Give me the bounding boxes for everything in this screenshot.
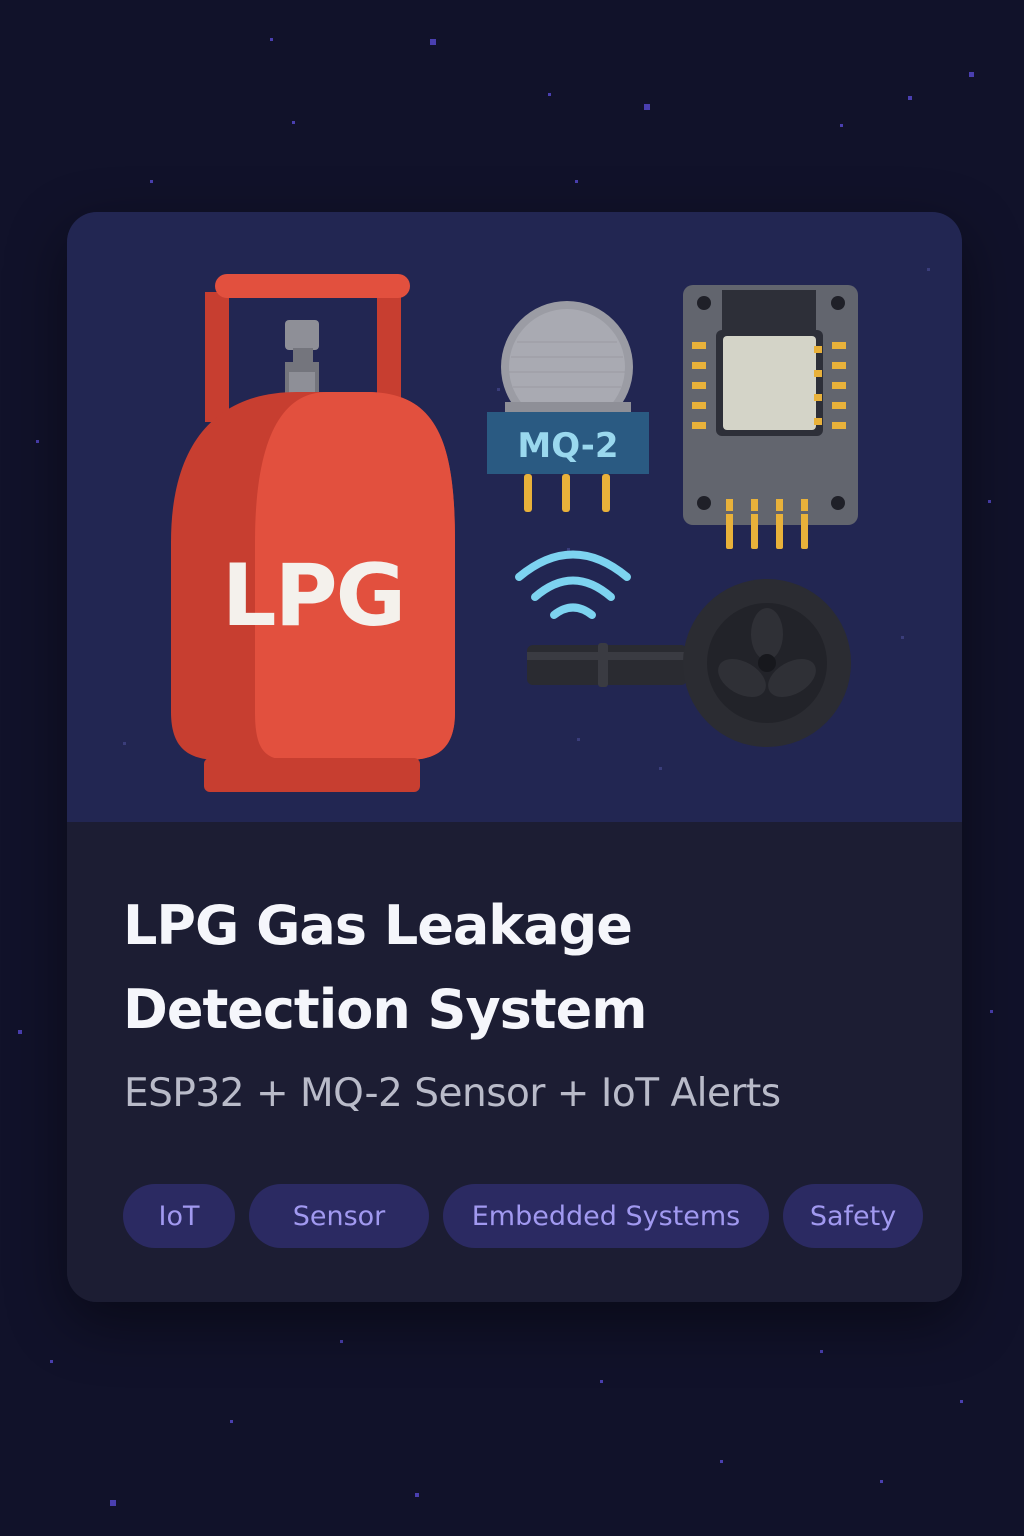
esp32-board-icon — [683, 285, 858, 549]
lpg-cylinder-icon: LPG — [171, 274, 455, 792]
tag-iot[interactable]: IoT — [123, 1184, 235, 1248]
tag-safety[interactable]: Safety — [783, 1184, 923, 1248]
wifi-icon — [515, 550, 631, 619]
project-illustration: LPG MQ-2 — [67, 212, 962, 822]
project-card[interactable]: LPG MQ-2 LPG Gas Leakage Detection Syste… — [67, 212, 962, 1302]
sensor-label: MQ-2 — [517, 426, 618, 466]
card-content: LPG Gas Leakage Detection System ESP32 +… — [67, 822, 962, 1302]
tag-list: IoT Sensor Embedded Systems Safety — [123, 1184, 923, 1248]
cylinder-label: LPG — [222, 546, 404, 646]
tag-sensor[interactable]: Sensor — [249, 1184, 429, 1248]
tag-embedded-systems[interactable]: Embedded Systems — [443, 1184, 769, 1248]
project-subtitle: ESP32 + MQ-2 Sensor + IoT Alerts — [124, 1071, 781, 1116]
mq2-sensor-icon: MQ-2 — [487, 301, 649, 512]
project-title: LPG Gas Leakage Detection System — [123, 894, 648, 1041]
